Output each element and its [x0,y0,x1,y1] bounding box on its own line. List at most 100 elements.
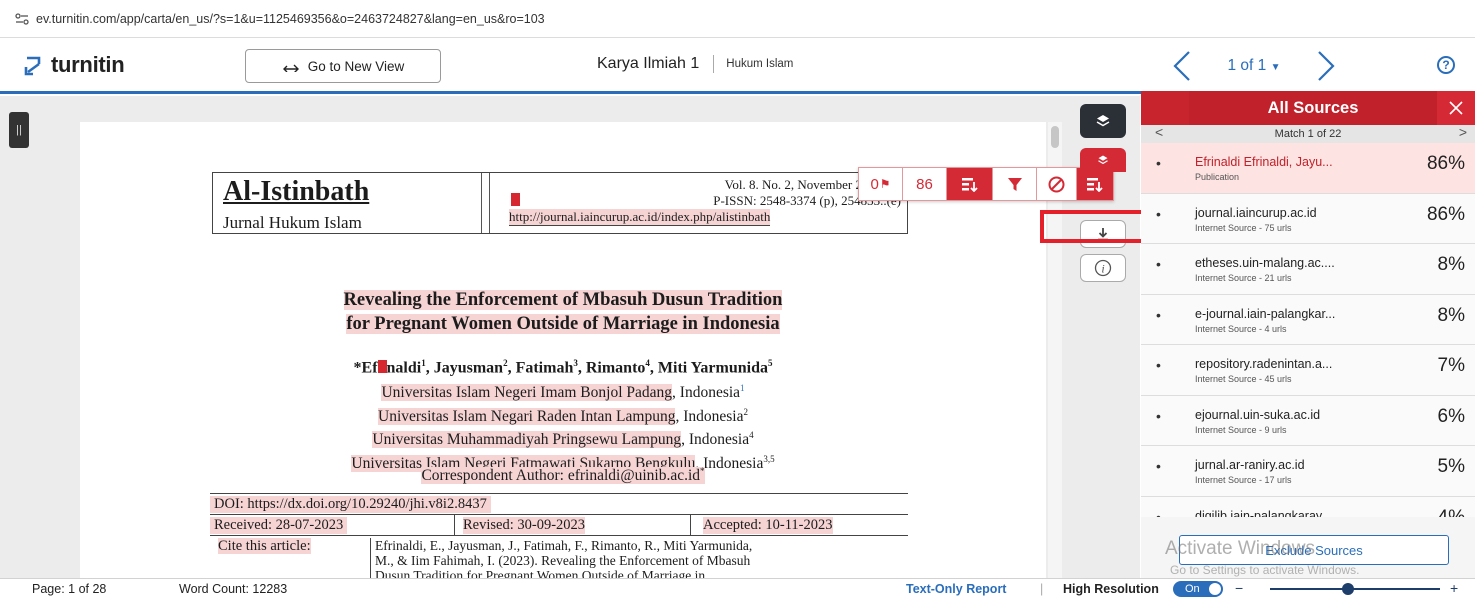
match-overview-button[interactable] [947,168,993,200]
page-count: Page: 1 of 28 [32,582,107,596]
source-type: Internet Source - 75 urls [1195,222,1292,233]
source-item[interactable]: • repository.radenintan.a... Internet So… [1141,345,1475,396]
author-text: Miti Yarmunida [657,359,768,377]
source-item[interactable]: • ejournal.uin-suka.ac.id Internet Sourc… [1141,395,1475,446]
page-indicator-dropdown[interactable]: 1 of 1 ▼ [1194,57,1314,75]
layers-button[interactable] [1080,104,1126,138]
source-item[interactable]: • jurnal.ar-raniry.ac.id Internet Source… [1141,446,1475,497]
journal-title: Al-Istinbath [223,176,370,207]
bullet: • [1156,458,1161,474]
help-icon[interactable]: ? [1437,56,1455,74]
revised-date: Revised: 30-09-2023 [463,516,586,534]
info-button[interactable]: i [1080,254,1126,282]
text-only-report-link[interactable]: Text-Only Report [906,582,1006,596]
url-text[interactable]: ev.turnitin.com/app/carta/en_us/?s=1&u=1… [36,12,545,26]
source-name: e-journal.iain-palangkar... [1195,306,1336,321]
panel-footer: Exclude Sources [1141,517,1475,578]
similarity-layer-button[interactable] [1080,148,1126,172]
source-item[interactable]: • Efrinaldi Efrinaldi, Jayu... Publicati… [1141,143,1475,194]
panel-header: All Sources [1141,91,1475,125]
title-divider [713,55,715,73]
turnitin-logo: turnitin [24,52,125,78]
author-separator: , [649,359,658,377]
bullet: • [1156,306,1161,323]
flag-count-button[interactable]: 0 ⚑ [859,168,903,200]
zoom-slider-handle[interactable] [1342,583,1354,595]
swap-arrow-icon [282,64,299,72]
source-percent: 8% [1437,254,1465,275]
dates-row: Received: 28-07-2023 Revised: 30-09-2023… [210,514,908,535]
author-separator: , [577,359,586,377]
similarity-stats-bar: 0 ⚑ 86 [858,167,1114,201]
affiliation: Universitas Islam Negeri Imam Bonjol Pad… [381,384,673,402]
exclude-sources-button[interactable]: Exclude Sources [1179,535,1449,565]
similarity-score: 86 [916,175,933,193]
source-type: Internet Source - 9 urls [1195,424,1287,435]
author-text: Rimanto [585,359,646,377]
zoom-slider-track[interactable] [1270,588,1440,590]
toggle-state: On [1185,583,1200,595]
source-percent: 8% [1437,304,1465,326]
sources-panel: All Sources < Match 1 of 22 > • Efrinald… [1141,91,1475,578]
go-to-new-view-button[interactable]: Go to New View [245,49,441,83]
high-resolution-toggle[interactable]: On [1173,581,1223,597]
source-name: journal.iaincurup.ac.id [1195,205,1317,220]
source-item[interactable]: • etheses.uin-malang.ac.... Internet Sou… [1141,244,1475,295]
header-divider [481,173,482,233]
paper-title: Karya Ilmiah 1 [597,55,700,72]
source-name: etheses.uin-malang.ac.... [1195,256,1335,270]
next-paper-icon[interactable] [1314,49,1338,83]
filter-button[interactable] [993,168,1037,200]
affiliation-tail: , Indonesia [675,407,744,425]
author-text: *Ef [353,359,378,377]
match-marker[interactable] [377,360,387,374]
volume-info: Vol. 8. No. 2, November 2023, 61 P-ISSN:… [505,177,901,209]
issn-line: P-ISSN: 2548-3374 (p), 254833..(e) [713,193,901,208]
match-marker[interactable] [511,193,520,206]
source-type: Internet Source - 17 urls [1195,475,1292,485]
article-meta-table: DOI: https://dx.doi.org/10.29240/jhi.v8i… [210,493,908,578]
high-resolution-label: High Resolution [1063,582,1159,596]
turnitin-logo-icon [24,56,41,76]
exclude-button[interactable] [1037,168,1077,200]
doi-row: DOI: https://dx.doi.org/10.29240/jhi.v8i… [210,493,908,514]
previous-paper-icon[interactable] [1170,49,1194,83]
previous-match-icon[interactable]: < [1155,124,1163,140]
svg-text:i: i [1101,262,1104,276]
next-match-icon[interactable]: > [1459,124,1467,140]
article-title: Revealing the Enforcement of Mbasuh Dusu… [80,288,1046,336]
app-header: turnitin Go to New View Karya Ilmiah 1 H… [0,38,1475,94]
volume-line: Vol. 8. No. 2, November 2023, 61 [724,177,901,192]
source-item[interactable]: • e-journal.iain-palangkar... Internet S… [1141,294,1475,345]
bullet: • [1156,357,1161,373]
correspondent-text: Correspondent Author: efrinaldi@uinib.ac… [421,467,701,485]
source-percent: 5% [1437,456,1465,477]
zoom-out-icon[interactable]: − [1235,580,1243,596]
browser-address-bar[interactable]: ev.turnitin.com/app/carta/en_us/?s=1&u=1… [0,0,1475,38]
status-footer: Page: 1 of 28 Word Count: 12283 Text-Onl… [0,578,1475,597]
all-sources-button[interactable] [1077,168,1113,200]
author-sup: 5 [767,358,773,368]
source-name: ejournal.uin-suka.ac.id [1195,407,1321,422]
affiliation: Universitas Muhammadiyah Pringsewu Lampu… [372,431,682,449]
filter-icon [1007,177,1022,191]
scrollbar-thumb[interactable] [1051,126,1059,148]
similarity-score-button[interactable]: 86 [903,168,947,200]
source-type: Publication [1195,172,1240,182]
site-settings-icon[interactable] [10,12,34,25]
affiliation-tail: , Indonesia [672,384,741,402]
correspondent-author: Correspondent Author: efrinaldi@uinib.ac… [80,466,1046,485]
footer-divider: | [1040,582,1044,596]
source-item[interactable]: • journal.iaincurup.ac.id Internet Sourc… [1141,193,1475,244]
flag-icon: ⚑ [879,177,891,191]
source-percent: 7% [1437,355,1465,376]
match-overview-icon [961,178,978,192]
affiliation-sup: 1 [740,383,745,393]
source-percent: 86% [1426,153,1465,174]
paper-subtitle: Hukum Islam [726,58,794,70]
zoom-in-icon[interactable]: + [1450,580,1458,596]
panel-header-left [1141,91,1189,125]
bullet: • [1156,155,1161,171]
close-panel-button[interactable] [1437,91,1475,125]
sidebar-toggle-handle[interactable]: || [9,112,29,148]
